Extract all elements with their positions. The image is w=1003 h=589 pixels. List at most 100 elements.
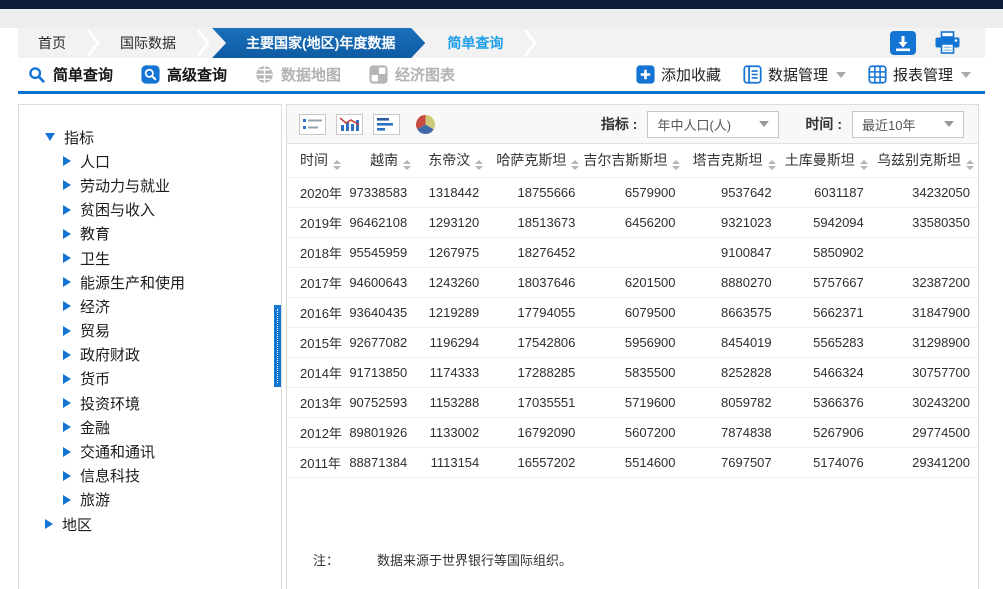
tree-expand-icon[interactable] [63, 253, 71, 263]
breadcrumb-bar: 首页国际数据主要国家(地区)年度数据 简单查询 [18, 28, 985, 58]
toolbar-item-plus[interactable]: 添加收藏 [636, 64, 721, 85]
tree-node-label: 金融 [80, 417, 110, 438]
combo-chart-view-button[interactable] [336, 114, 363, 135]
tree-expand-icon[interactable] [63, 422, 71, 432]
filters: 指标 : 年中人口(人) 时间 : 最近10年 [601, 111, 964, 138]
tree-node[interactable]: 能源生产和使用 [19, 270, 281, 294]
tree-node[interactable]: 教育 [19, 222, 281, 246]
note-text: 数据来源于世界银行等国际组织。 [377, 550, 572, 569]
data-cell: 5366376 [780, 387, 872, 417]
tree-node-root[interactable]: 指标 [19, 125, 281, 149]
data-cell: 91713850 [349, 357, 415, 387]
tree-expand-icon[interactable] [45, 519, 53, 529]
data-cell: 1174333 [415, 357, 487, 387]
tree-expand-icon[interactable] [63, 398, 71, 408]
column-header[interactable]: 吉尔吉斯斯坦 [583, 144, 683, 177]
tree-expand-icon[interactable] [63, 495, 71, 505]
tree-expand-icon[interactable] [63, 277, 71, 287]
data-cell: 89801926 [349, 417, 415, 447]
column-header[interactable]: 乌兹别克斯坦 [872, 144, 978, 177]
tree-node[interactable]: 货币 [19, 367, 281, 391]
data-cell: 5267906 [780, 417, 872, 447]
tree-expand-icon[interactable] [63, 156, 71, 166]
tree-node[interactable]: 劳动力与就业 [19, 173, 281, 197]
toolbar-item-doc[interactable]: 数据管理 [743, 64, 846, 85]
column-header[interactable]: 哈萨克斯坦 [487, 144, 583, 177]
tree-node[interactable]: 经济 [19, 294, 281, 318]
tree-node-label: 政府财政 [80, 344, 140, 365]
pie-chart-view-button[interactable] [414, 113, 436, 135]
data-cell: 5757667 [780, 267, 872, 297]
data-cell: 6456200 [583, 207, 683, 237]
tree-expand-icon[interactable] [63, 326, 71, 336]
data-cell: 32387200 [872, 267, 978, 297]
tree-node[interactable]: 金融 [19, 415, 281, 439]
data-cell: 5565283 [780, 327, 872, 357]
toolbar-item-search-box[interactable]: 高级查询 [141, 64, 227, 85]
header-strip [0, 9, 1003, 28]
toolbar-item-grid[interactable]: 报表管理 [868, 64, 971, 85]
sort-icon[interactable] [403, 160, 411, 170]
data-table: 时间越南东帝汶哈萨克斯坦吉尔吉斯斯坦塔吉克斯坦土库曼斯坦乌兹别克斯坦 2020年… [287, 144, 978, 478]
column-header[interactable]: 东帝汶 [415, 144, 487, 177]
indicator-select[interactable]: 年中人口(人) [647, 111, 779, 138]
table-row: 2018年95545959126797518276452910084758509… [287, 237, 978, 267]
sort-icon[interactable] [571, 160, 579, 170]
tree-expand-icon[interactable] [63, 229, 71, 239]
tree-expand-icon[interactable] [63, 374, 71, 384]
tree-node[interactable]: 旅游 [19, 488, 281, 512]
data-cell: 34232050 [872, 177, 978, 207]
print-icon[interactable] [934, 31, 961, 55]
column-header-label: 塔吉克斯坦 [693, 152, 763, 168]
tree-expand-icon[interactable] [63, 180, 71, 190]
tree-node[interactable]: 投资环境 [19, 391, 281, 415]
breadcrumb-tab[interactable]: 国际数据 [100, 28, 196, 58]
search-icon [28, 66, 46, 84]
tree-expand-icon[interactable] [63, 301, 71, 311]
column-header[interactable]: 时间 [287, 144, 349, 177]
tree-node-label: 贫困与收入 [80, 199, 155, 220]
tree-expand-icon[interactable] [45, 133, 55, 141]
tree-expand-icon[interactable] [63, 471, 71, 481]
column-header[interactable]: 塔吉克斯坦 [684, 144, 780, 177]
tree-expand-icon[interactable] [63, 447, 71, 457]
table-row: 2019年96462108129312018513673645620093210… [287, 207, 978, 237]
tree-expand-icon[interactable] [63, 350, 71, 360]
tree-node[interactable]: 信息科技 [19, 464, 281, 488]
tree-node-label: 贸易 [80, 320, 110, 341]
tree-node[interactable]: 人口 [19, 149, 281, 173]
download-icon[interactable] [890, 31, 916, 55]
column-header[interactable]: 越南 [349, 144, 415, 177]
time-select[interactable]: 最近10年 [852, 111, 964, 138]
tree-node[interactable]: 交通和通讯 [19, 439, 281, 463]
breadcrumb-tab[interactable]: 首页 [18, 28, 86, 58]
sort-icon[interactable] [333, 160, 341, 170]
toolbar-item-search[interactable]: 简单查询 [28, 64, 113, 85]
breadcrumb-tab[interactable]: 简单查询 [427, 28, 523, 58]
tree-node[interactable]: 贸易 [19, 319, 281, 343]
sidebar-scrollbar[interactable] [274, 305, 281, 387]
sort-icon[interactable] [672, 160, 680, 170]
breadcrumb-tab-active[interactable]: 主要国家(地区)年度数据 [212, 28, 425, 58]
sort-icon[interactable] [768, 160, 776, 170]
data-cell: 1267975 [415, 237, 487, 267]
tree-node-label: 人口 [80, 151, 110, 172]
breadcrumb-tab-label: 简单查询 [447, 33, 503, 53]
column-header[interactable]: 土库曼斯坦 [780, 144, 872, 177]
tree-node[interactable]: 政府财政 [19, 343, 281, 367]
indicator-select-value: 年中人口(人) [657, 115, 731, 134]
sort-icon[interactable] [475, 160, 483, 170]
column-header-label: 东帝汶 [428, 152, 470, 168]
tree-node[interactable]: 卫生 [19, 246, 281, 270]
tree-node[interactable]: 贫困与收入 [19, 198, 281, 222]
sort-icon[interactable] [860, 160, 868, 170]
tree-expand-icon[interactable] [63, 205, 71, 215]
tree-node-root[interactable]: 地区 [19, 512, 281, 536]
list-view-button[interactable] [299, 114, 326, 135]
hbar-chart-view-button[interactable] [373, 114, 400, 135]
breadcrumb-tab-label: 主要国家(地区)年度数据 [212, 28, 425, 58]
table-row: 2015年92677082119629417542806595690084540… [287, 327, 978, 357]
sort-icon[interactable] [966, 160, 974, 170]
row-year-cell: 2016年 [287, 297, 349, 327]
top-navy-bar [0, 0, 1003, 9]
